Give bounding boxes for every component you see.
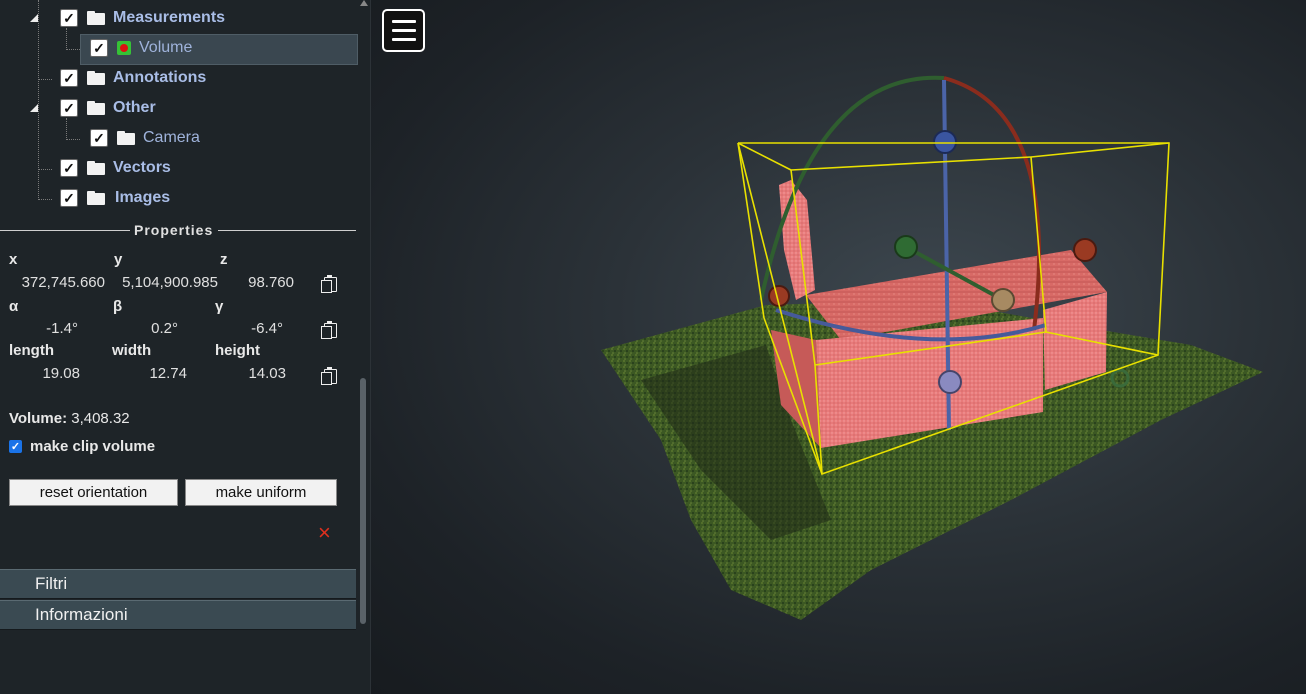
make-uniform-button[interactable]: make uniform [185,479,337,506]
tree-label: Annotations [113,69,207,86]
clip-volume-label: make clip volume [30,438,156,455]
scroll-up-icon[interactable] [360,0,368,6]
menu-button[interactable] [382,9,425,52]
divider [218,230,356,231]
properties-title: Properties [130,222,218,238]
tree-item-measurements[interactable]: ✓ Measurements [60,5,225,31]
divider [0,230,130,231]
folder-icon [87,161,105,175]
z-label: z [220,251,228,268]
x-label: x [9,251,18,268]
width-value: 12.74 [149,365,187,382]
gamma-value: -6.4° [251,320,283,337]
menu-icon [391,20,416,23]
tree-label: Other [113,99,156,116]
menu-icon [391,38,416,41]
height-value: 14.03 [248,365,286,382]
volume-value: 3,408.32 [71,410,130,427]
y-value: 5,104,900.985 [122,274,218,291]
alpha-label: α [9,298,19,315]
tree-item-camera[interactable]: ✓ Camera [90,125,200,151]
tree-connector [38,0,39,200]
checkbox-images[interactable]: ✓ [60,189,78,207]
accordion-label: Filtri [35,574,68,593]
tree-connector [66,139,80,140]
folder-icon [87,11,105,25]
folder-icon [87,101,105,115]
tree-connector [38,169,52,170]
tree-item-images[interactable]: ✓ Images [60,185,170,211]
folder-icon [87,191,105,205]
tree-connector [38,79,52,80]
folder-icon [117,131,135,145]
tree-item-annotations[interactable]: ✓ Annotations [60,65,206,91]
copy-icon[interactable] [321,367,337,385]
volume-icon [117,41,131,55]
x-value: 372,745.660 [21,274,105,291]
tree-connector [66,118,67,140]
alpha-value: -1.4° [46,320,78,337]
accordion-info[interactable]: Informazioni [0,600,356,630]
gizmo-handle-tan[interactable] [991,288,1015,312]
tree-connector [66,28,67,50]
tree-label: Images [115,189,171,206]
tree-label: Volume [139,39,193,56]
checkbox-other[interactable]: ✓ [60,99,78,117]
copy-icon[interactable] [321,275,337,293]
checkbox-annotations[interactable]: ✓ [60,69,78,87]
gizmo-handle-purple[interactable] [938,370,962,394]
sidebar: ✓ Measurements ✓ Volume ✓ Annotations ✓ … [0,0,371,694]
reset-orientation-button[interactable]: reset orientation [9,479,178,506]
volume-readout: Volume: 3,408.32 [9,410,130,427]
width-label: width [112,342,152,359]
properties-header: Properties [0,222,356,238]
tree-item-volume[interactable]: ✓ Volume [90,35,192,61]
expand-arrow-icon[interactable] [30,104,38,112]
tree-connector [66,49,80,50]
scrollbar-thumb[interactable] [360,378,366,624]
checkbox-vectors[interactable]: ✓ [60,159,78,177]
3d-viewer[interactable] [371,0,1306,694]
accordion-filters[interactable]: Filtri [0,569,356,599]
gamma-label: γ [215,298,224,315]
folder-icon [87,71,105,85]
copy-icon[interactable] [321,321,337,339]
tree-label: Vectors [113,159,171,176]
beta-value: 0.2° [151,320,178,337]
expand-arrow-icon[interactable] [30,14,38,22]
tree-label: Measurements [113,9,226,26]
length-value: 19.08 [42,365,80,382]
checkbox-camera[interactable]: ✓ [90,129,108,147]
tree-item-other[interactable]: ✓ Other [60,95,156,121]
length-label: length [9,342,54,359]
gizmo-handle-green[interactable] [894,235,918,259]
gizmo-handle-red[interactable] [1073,238,1097,262]
close-icon[interactable]: × [318,520,331,546]
beta-label: β [113,298,123,315]
y-label: y [114,251,123,268]
accordion-label: Informazioni [35,605,128,624]
tree-label: Camera [143,129,200,146]
checkbox-measurements[interactable]: ✓ [60,9,78,27]
chimney [779,180,815,300]
volume-label: Volume: [9,410,68,427]
checkbox-volume[interactable]: ✓ [90,39,108,57]
z-value: 98.760 [248,274,294,291]
gizmo-handle-blue[interactable] [933,130,957,154]
clip-volume-checkbox[interactable]: ✓ [9,440,22,453]
tree-item-vectors[interactable]: ✓ Vectors [60,155,171,181]
height-label: height [215,342,260,359]
clip-volume-toggle[interactable]: ✓ make clip volume [9,438,155,455]
point-cloud-scene[interactable] [371,0,1306,694]
tree-connector [38,199,52,200]
menu-icon [391,29,416,32]
